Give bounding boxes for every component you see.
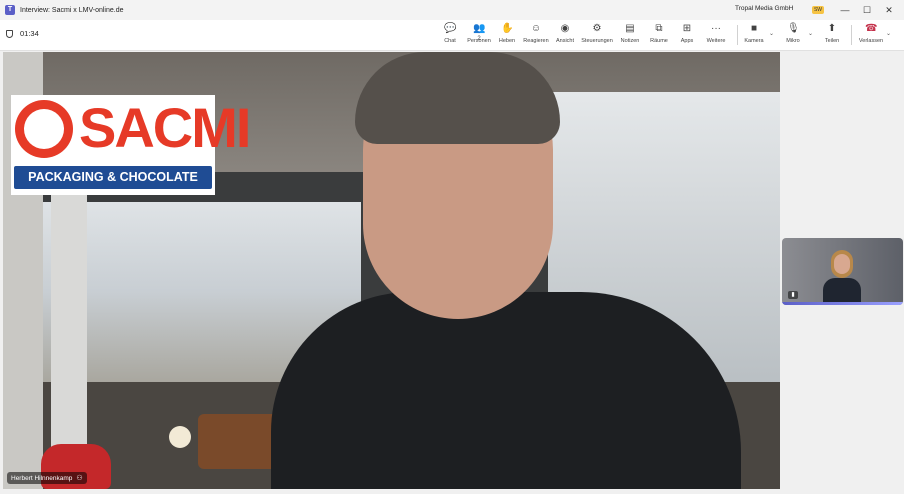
toolbar-divider bbox=[851, 25, 852, 45]
notes-icon: ▤ bbox=[625, 23, 635, 34]
speaking-indicator-bar bbox=[782, 302, 903, 305]
share-icon: ⬆ bbox=[827, 23, 837, 34]
more-button[interactable]: ··· Weitere bbox=[700, 23, 732, 49]
self-view-thumbnail[interactable]: ▮ bbox=[782, 238, 903, 305]
react-icon: ☺ bbox=[530, 23, 542, 34]
view-icon: ◉ bbox=[560, 23, 570, 34]
rooms-icon: ⧉ bbox=[655, 23, 663, 34]
participant-status-icon: ⚇ bbox=[76, 475, 83, 482]
sacmi-seal-icon bbox=[15, 100, 73, 158]
camera-icon: ■ bbox=[750, 23, 758, 34]
leave-icon: ☎ bbox=[865, 23, 878, 34]
video-background-lamp bbox=[169, 426, 191, 448]
audio-level-icon: ▮ bbox=[788, 291, 798, 299]
mic-options-chevron-icon[interactable]: ⌄ bbox=[808, 30, 813, 37]
logo-tagline: PACKAGING & CHOCOLATE bbox=[14, 166, 212, 189]
main-video-stage[interactable]: SACMI PACKAGING & CHOCOLATE Herbert Hiln… bbox=[3, 52, 780, 489]
mic-icon: 🎙 bbox=[787, 23, 800, 34]
apps-icon: ⊞ bbox=[682, 23, 692, 34]
sacmi-logo: SACMI PACKAGING & CHOCOLATE bbox=[11, 95, 251, 195]
view-button[interactable]: ◉ Ansicht bbox=[549, 23, 581, 49]
video-background-pillar bbox=[51, 182, 87, 482]
thumbnail-person-face bbox=[834, 254, 850, 274]
chat-icon: 💬 bbox=[444, 23, 457, 34]
timer-value: 01:34 bbox=[20, 29, 39, 38]
close-window-button[interactable]: ✕ bbox=[882, 3, 896, 17]
react-button[interactable]: ☺ Reagieren bbox=[520, 23, 552, 49]
meeting-timer: 01:34 bbox=[6, 29, 39, 38]
mic-button[interactable]: 🎙 Mikro bbox=[777, 23, 809, 49]
shield-icon bbox=[6, 29, 13, 38]
chat-button[interactable]: 💬 Chat bbox=[434, 23, 466, 49]
people-icon: 👥2 bbox=[473, 23, 486, 42]
speaker-body bbox=[271, 292, 741, 489]
logo-wordmark: SACMI bbox=[79, 96, 251, 159]
participant-name-tag: Herbert Hilnnenkamp ⚇ bbox=[7, 472, 87, 484]
minimize-button[interactable]: — bbox=[838, 3, 852, 17]
controls-icon: ⚙ bbox=[592, 23, 602, 34]
window-title: Interview: Sacmi x LMV-online.de bbox=[20, 6, 124, 14]
raise-hand-icon: ✋ bbox=[501, 23, 514, 34]
controls-button[interactable]: ⚙ Steuerungen bbox=[581, 23, 613, 49]
thumbnail-person-body bbox=[823, 278, 861, 305]
raise-hand-button[interactable]: ✋ Heben bbox=[491, 23, 523, 49]
camera-options-chevron-icon[interactable]: ⌄ bbox=[769, 30, 774, 37]
maximize-button[interactable]: ☐ bbox=[860, 3, 874, 17]
participant-name: Herbert Hilnnenkamp bbox=[11, 474, 73, 482]
leave-button[interactable]: ☎ Verlassen bbox=[854, 23, 888, 49]
camera-button[interactable]: ■ Kamera bbox=[738, 23, 770, 49]
meeting-toolbar: 01:34 💬 Chat 👥2 Personen ✋ Heben ☺ Reagi… bbox=[0, 20, 904, 51]
apps-button[interactable]: ⊞ Apps bbox=[671, 23, 703, 49]
teams-app-icon: T bbox=[5, 5, 15, 15]
account-avatar[interactable]: SW bbox=[812, 6, 824, 14]
share-button[interactable]: ⬆ Teilen bbox=[816, 23, 848, 49]
more-icon: ··· bbox=[711, 23, 721, 34]
leave-options-chevron-icon[interactable]: ⌄ bbox=[886, 30, 891, 37]
organization-name[interactable]: Tropal Media GmbH bbox=[735, 5, 793, 12]
speaker-hair bbox=[355, 52, 560, 144]
notes-button[interactable]: ▤ Notizen bbox=[614, 23, 646, 49]
